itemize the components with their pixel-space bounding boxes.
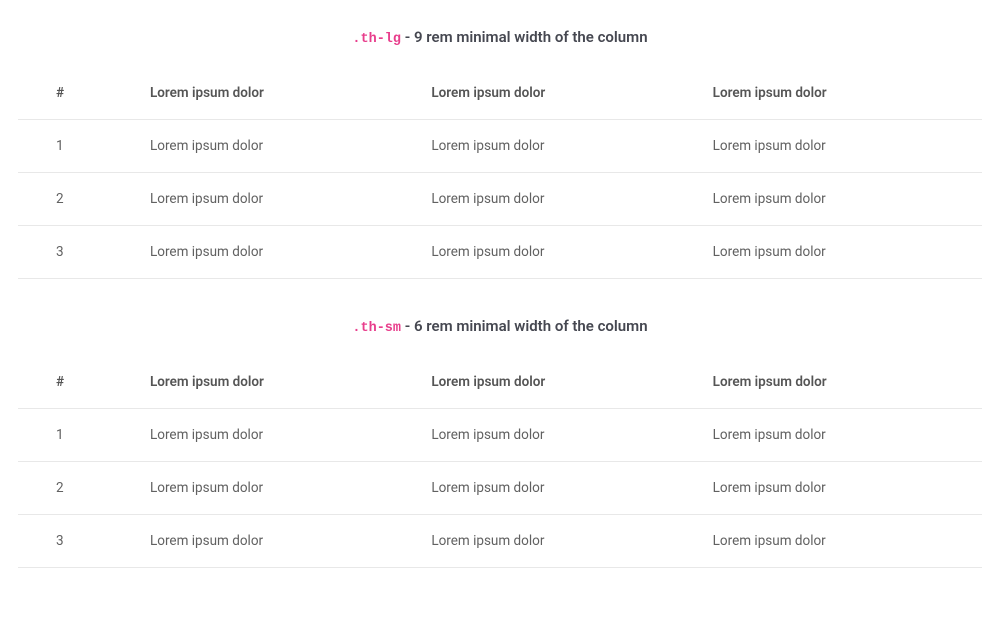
td-cell: Lorem ipsum dolor [701, 226, 982, 279]
section-title-th-sm: .th-sm - 6 rem minimal width of the colu… [18, 317, 982, 336]
td-index: 3 [18, 226, 138, 279]
td-cell: Lorem ipsum dolor [138, 226, 419, 279]
td-cell: Lorem ipsum dolor [138, 515, 419, 568]
td-cell: Lorem ipsum dolor [701, 409, 982, 462]
table-row: 1 Lorem ipsum dolor Lorem ipsum dolor Lo… [18, 409, 982, 462]
td-cell: Lorem ipsum dolor [701, 515, 982, 568]
code-class-th-lg: .th-lg [352, 32, 401, 47]
th-col1: Lorem ipsum dolor [138, 67, 419, 120]
td-cell: Lorem ipsum dolor [419, 515, 700, 568]
td-cell: Lorem ipsum dolor [701, 173, 982, 226]
section-th-sm: .th-sm - 6 rem minimal width of the colu… [18, 317, 982, 568]
td-cell: Lorem ipsum dolor [138, 462, 419, 515]
table-header-row: # Lorem ipsum dolor Lorem ipsum dolor Lo… [18, 67, 982, 120]
th-index: # [18, 67, 138, 120]
table-header-row: # Lorem ipsum dolor Lorem ipsum dolor Lo… [18, 356, 982, 409]
td-cell: Lorem ipsum dolor [138, 409, 419, 462]
section-title-th-lg: .th-lg - 9 rem minimal width of the colu… [18, 28, 982, 47]
td-index: 2 [18, 462, 138, 515]
table-th-sm: # Lorem ipsum dolor Lorem ipsum dolor Lo… [18, 356, 982, 568]
table-row: 3 Lorem ipsum dolor Lorem ipsum dolor Lo… [18, 226, 982, 279]
table-row: 1 Lorem ipsum dolor Lorem ipsum dolor Lo… [18, 120, 982, 173]
th-col1: Lorem ipsum dolor [138, 356, 419, 409]
table-row: 2 Lorem ipsum dolor Lorem ipsum dolor Lo… [18, 173, 982, 226]
th-index: # [18, 356, 138, 409]
td-cell: Lorem ipsum dolor [701, 120, 982, 173]
td-cell: Lorem ipsum dolor [419, 226, 700, 279]
th-col2: Lorem ipsum dolor [419, 356, 700, 409]
td-cell: Lorem ipsum dolor [419, 409, 700, 462]
th-col3: Lorem ipsum dolor [701, 67, 982, 120]
td-cell: Lorem ipsum dolor [138, 120, 419, 173]
table-th-lg: # Lorem ipsum dolor Lorem ipsum dolor Lo… [18, 67, 982, 279]
code-class-th-sm: .th-sm [352, 321, 401, 336]
table-th-lg-container: # Lorem ipsum dolor Lorem ipsum dolor Lo… [18, 67, 982, 279]
td-index: 3 [18, 515, 138, 568]
table-row: 3 Lorem ipsum dolor Lorem ipsum dolor Lo… [18, 515, 982, 568]
th-col3: Lorem ipsum dolor [701, 356, 982, 409]
td-cell: Lorem ipsum dolor [419, 120, 700, 173]
th-col2: Lorem ipsum dolor [419, 67, 700, 120]
table-th-sm-container: # Lorem ipsum dolor Lorem ipsum dolor Lo… [18, 356, 982, 568]
td-cell: Lorem ipsum dolor [419, 173, 700, 226]
td-index: 1 [18, 120, 138, 173]
section-desc-th-lg: - 9 rem minimal width of the column [401, 28, 648, 46]
td-index: 2 [18, 173, 138, 226]
section-desc-th-sm: - 6 rem minimal width of the column [401, 317, 648, 335]
td-cell: Lorem ipsum dolor [701, 462, 982, 515]
td-cell: Lorem ipsum dolor [419, 462, 700, 515]
td-cell: Lorem ipsum dolor [138, 173, 419, 226]
section-th-lg: .th-lg - 9 rem minimal width of the colu… [18, 28, 982, 279]
td-index: 1 [18, 409, 138, 462]
table-row: 2 Lorem ipsum dolor Lorem ipsum dolor Lo… [18, 462, 982, 515]
